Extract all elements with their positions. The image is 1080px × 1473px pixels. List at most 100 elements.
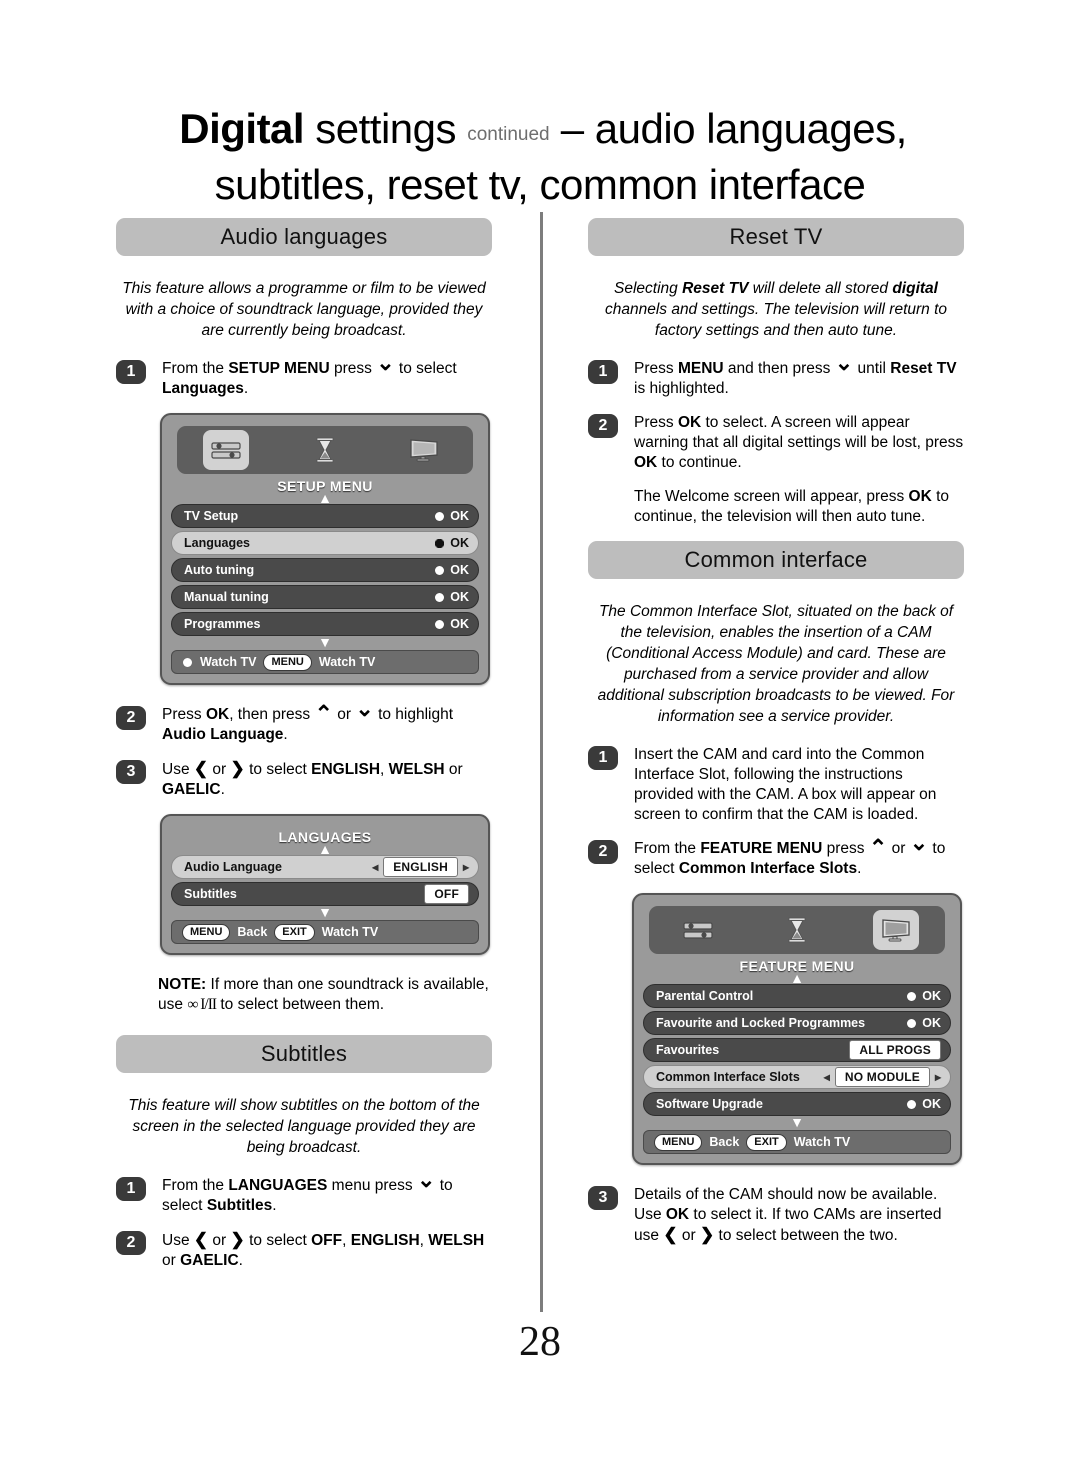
step-badge: 2 <box>588 414 618 438</box>
step-text: From the LANGUAGES menu press to select … <box>162 1176 492 1216</box>
arrow-right-icon[interactable]: ▸ <box>463 861 469 873</box>
exit-key-pill[interactable]: EXIT <box>274 923 315 941</box>
ok-dot-icon <box>906 991 917 1002</box>
footer-label-watch-tv: Watch TV <box>793 1135 851 1149</box>
menu-row[interactable]: Programmes OK <box>171 612 479 636</box>
step-text: Details of the CAM should now be availab… <box>634 1185 964 1246</box>
reset-tv-extra-paragraph: The Welcome screen will appear, press OK… <box>634 488 950 525</box>
menu-row-label: Software Upgrade <box>656 1097 763 1111</box>
title-regular: settings <box>304 105 468 152</box>
ok-label: OK <box>450 590 469 604</box>
caret-up-icon: ▲ <box>318 841 332 857</box>
menu-row-value: OK <box>434 536 469 550</box>
section-header-subtitles: Subtitles <box>116 1035 492 1073</box>
arrow-right-icon[interactable]: ▸ <box>935 1071 941 1083</box>
menu-row-value: OK <box>906 1016 941 1030</box>
step-item: 2 Press OK to select. A screen will appe… <box>588 413 964 473</box>
ok-dot-icon <box>434 592 445 603</box>
menu-row[interactable]: Common Interface Slots ◂ NO MODULE ▸ <box>643 1065 951 1089</box>
step-text: Press OK to select. A screen will appear… <box>634 414 964 471</box>
caret-up-icon: ▲ <box>318 490 332 506</box>
title-bold: Digital <box>179 105 305 152</box>
page-title: Digital settings continued – audio langu… <box>108 104 972 210</box>
section-header-reset-tv: Reset TV <box>588 218 964 256</box>
menu-row-label: Common Interface Slots <box>656 1070 800 1084</box>
step-text: From the SETUP MENU press to select Lang… <box>162 359 492 399</box>
menu-row-label: TV Setup <box>184 509 239 523</box>
menu-icon-bar <box>649 906 945 954</box>
footer-label-back: Back <box>709 1135 740 1149</box>
menu-row-value: ALL PROGS <box>849 1040 941 1060</box>
step-item: 3 Use or to select ENGLISH, WELSH or GAE… <box>116 759 492 800</box>
menu-row-value: OK <box>434 617 469 631</box>
step-item: 1 Insert the CAM and card into the Commo… <box>588 745 964 825</box>
step-text: Use or to select OFF, ENGLISH, WELSH or … <box>162 1230 492 1271</box>
menu-row[interactable]: Auto tuning OK <box>171 558 479 582</box>
menu-row-value: OK <box>906 1097 941 1111</box>
setup-menu-screenshot: SETUP MENU ▲ TV Setup OK Languages OK Au… <box>160 413 490 685</box>
ok-label: OK <box>450 617 469 631</box>
page-number: 28 <box>519 1319 561 1365</box>
menu-row[interactable]: Languages OK <box>171 531 479 555</box>
menu-row-label: Audio Language <box>184 860 282 874</box>
tv-screen-icon[interactable] <box>872 910 919 950</box>
menu-key-pill[interactable]: MENU <box>654 1133 703 1151</box>
menu-row-label: Favourites <box>656 1043 720 1057</box>
menu-row-value-box: OFF <box>424 884 469 904</box>
menu-row[interactable]: Software Upgrade OK <box>643 1092 951 1116</box>
ok-label: OK <box>922 989 941 1003</box>
menu-row-label: Parental Control <box>656 989 754 1003</box>
common-interface-intro: The Common Interface Slot, situated on t… <box>597 603 955 725</box>
tv-screen-icon[interactable] <box>401 430 447 470</box>
step-badge: 1 <box>588 746 618 770</box>
title-continued: continued <box>467 124 550 145</box>
menu-row[interactable]: Favourite and Locked Programmes OK <box>643 1011 951 1035</box>
audio-languages-note: NOTE: If more than one soundtrack is ava… <box>158 976 489 1013</box>
arrow-left-icon[interactable]: ◂ <box>824 1071 830 1083</box>
step-badge: 1 <box>588 360 618 384</box>
menu-row[interactable]: Parental Control OK <box>643 984 951 1008</box>
setup-sliders-icon[interactable] <box>203 430 250 470</box>
setup-sliders-icon[interactable] <box>675 910 721 950</box>
menu-row-value: OK <box>434 509 469 523</box>
right-column: Reset TV Selecting Reset TV will delete … <box>588 218 964 1260</box>
menu-row-label: Auto tuning <box>184 563 255 577</box>
ok-label: OK <box>922 1097 941 1111</box>
menu-row[interactable]: Manual tuning OK <box>171 585 479 609</box>
ok-dot-4way-icon <box>434 538 445 549</box>
menu-row[interactable]: Favourites ALL PROGS <box>643 1038 951 1062</box>
step-text: Use or to select ENGLISH, WELSH or GAELI… <box>162 759 492 800</box>
manual-page: Digital settings continued – audio langu… <box>0 0 1080 1473</box>
step-text: From the FEATURE MENU press or to select… <box>634 839 964 879</box>
languages-menu-screenshot: LANGUAGES ▲ Audio Language ◂ ENGLISH ▸ S… <box>160 814 490 955</box>
step-item: 3 Details of the CAM should now be avail… <box>588 1185 964 1246</box>
menu-row-value-box: ALL PROGS <box>849 1040 941 1060</box>
menu-row-value: OK <box>434 590 469 604</box>
menu-footer: MENU Back EXIT Watch TV <box>171 920 479 944</box>
menu-row[interactable]: Subtitles OFF <box>171 882 479 906</box>
step-badge: 2 <box>116 706 146 730</box>
left-column: Audio languages This feature allows a pr… <box>116 218 492 1285</box>
ok-label: OK <box>450 536 469 550</box>
menu-key-pill[interactable]: MENU <box>182 923 231 941</box>
hourglass-icon[interactable] <box>774 910 820 950</box>
ok-label: OK <box>450 563 469 577</box>
menu-row[interactable]: Audio Language ◂ ENGLISH ▸ <box>171 855 479 879</box>
menu-row-label: Manual tuning <box>184 590 269 604</box>
menu-key-pill[interactable]: MENU <box>263 653 312 671</box>
menu-row-value: ◂ ENGLISH ▸ <box>372 857 469 877</box>
step-item: 1 From the LANGUAGES menu press to selec… <box>116 1176 492 1216</box>
menu-footer: Watch TV MENU Watch TV <box>171 650 479 674</box>
exit-key-pill[interactable]: EXIT <box>746 1133 787 1151</box>
caret-up-icon: ▲ <box>790 970 804 986</box>
section-header-common-interface: Common interface <box>588 541 964 579</box>
ok-dot-icon <box>434 511 445 522</box>
ok-dot-icon <box>434 565 445 576</box>
hourglass-icon[interactable] <box>302 430 348 470</box>
step-badge: 2 <box>116 1231 146 1255</box>
menu-row-value: OK <box>906 989 941 1003</box>
menu-row[interactable]: TV Setup OK <box>171 504 479 528</box>
arrow-left-icon[interactable]: ◂ <box>372 861 378 873</box>
menu-row-value: OFF <box>424 884 469 904</box>
footer-label-watch-tv: Watch TV <box>321 925 379 939</box>
